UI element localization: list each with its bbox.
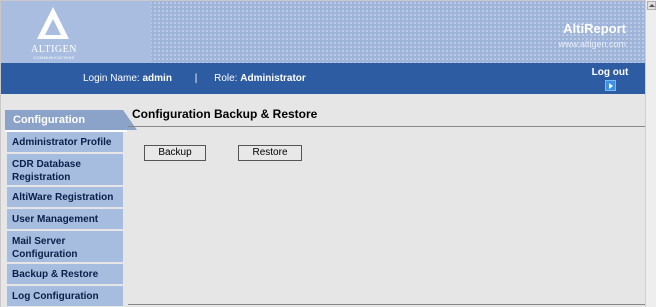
sidebar-item-cdr-database-registration[interactable]: CDR Database Registration <box>7 154 123 187</box>
sidebar-item-altiware-registration[interactable]: AltiWare Registration <box>7 187 123 209</box>
restore-button[interactable]: Restore <box>238 145 302 161</box>
altigen-logo: ALTIGEN COMMUNICATIONS <box>19 5 89 61</box>
logo-subtext: COMMUNICATIONS <box>33 55 75 60</box>
header-banner: ALTIGEN COMMUNICATIONS AltiReport www.al… <box>1 1 645 63</box>
app-window: ALTIGEN COMMUNICATIONS AltiReport www.al… <box>0 0 645 307</box>
scroll-up-arrow-icon[interactable] <box>647 1 656 10</box>
logout-control[interactable]: Log out <box>590 67 630 94</box>
sidebar-item-mail-server-configuration[interactable]: Mail Server Configuration <box>7 231 123 264</box>
backup-button[interactable]: Backup <box>144 145 206 161</box>
sidebar-item-user-management[interactable]: User Management <box>7 209 123 231</box>
role-value: Administrator <box>240 73 306 84</box>
page-title: Configuration Backup & Restore <box>132 107 318 121</box>
role-label: Role: <box>214 73 238 84</box>
panel-bottom-rule <box>128 304 645 305</box>
logo-text: ALTIGEN <box>31 44 77 55</box>
vertical-scrollbar[interactable] <box>645 0 656 307</box>
sidebar-nav: Administrator Profile CDR Database Regis… <box>7 132 123 307</box>
app-url: www.altigen.com <box>558 39 626 49</box>
login-info: Login Name: admin | Role: Administrator <box>83 73 306 84</box>
title-divider <box>128 126 645 127</box>
login-name-value: admin <box>142 73 172 84</box>
sidebar-item-backup-restore[interactable]: Backup & Restore <box>7 264 123 286</box>
altigen-logo-mark-icon <box>37 7 69 39</box>
user-bar: Login Name: admin | Role: Administrator … <box>1 63 645 94</box>
sidebar-item-administrator-profile[interactable]: Administrator Profile <box>7 132 123 154</box>
logout-arrow-icon[interactable] <box>604 80 616 91</box>
sidebar-item-log-configuration[interactable]: Log Configuration <box>7 286 123 307</box>
logout-link[interactable]: Log out <box>590 67 630 78</box>
login-name-label: Login Name: <box>83 73 140 84</box>
tab-configuration[interactable]: Configuration <box>5 110 137 130</box>
content-area: Configuration Administrator Profile CDR … <box>1 94 645 307</box>
app-name: AltiReport <box>563 21 626 36</box>
separator: | <box>194 73 198 84</box>
